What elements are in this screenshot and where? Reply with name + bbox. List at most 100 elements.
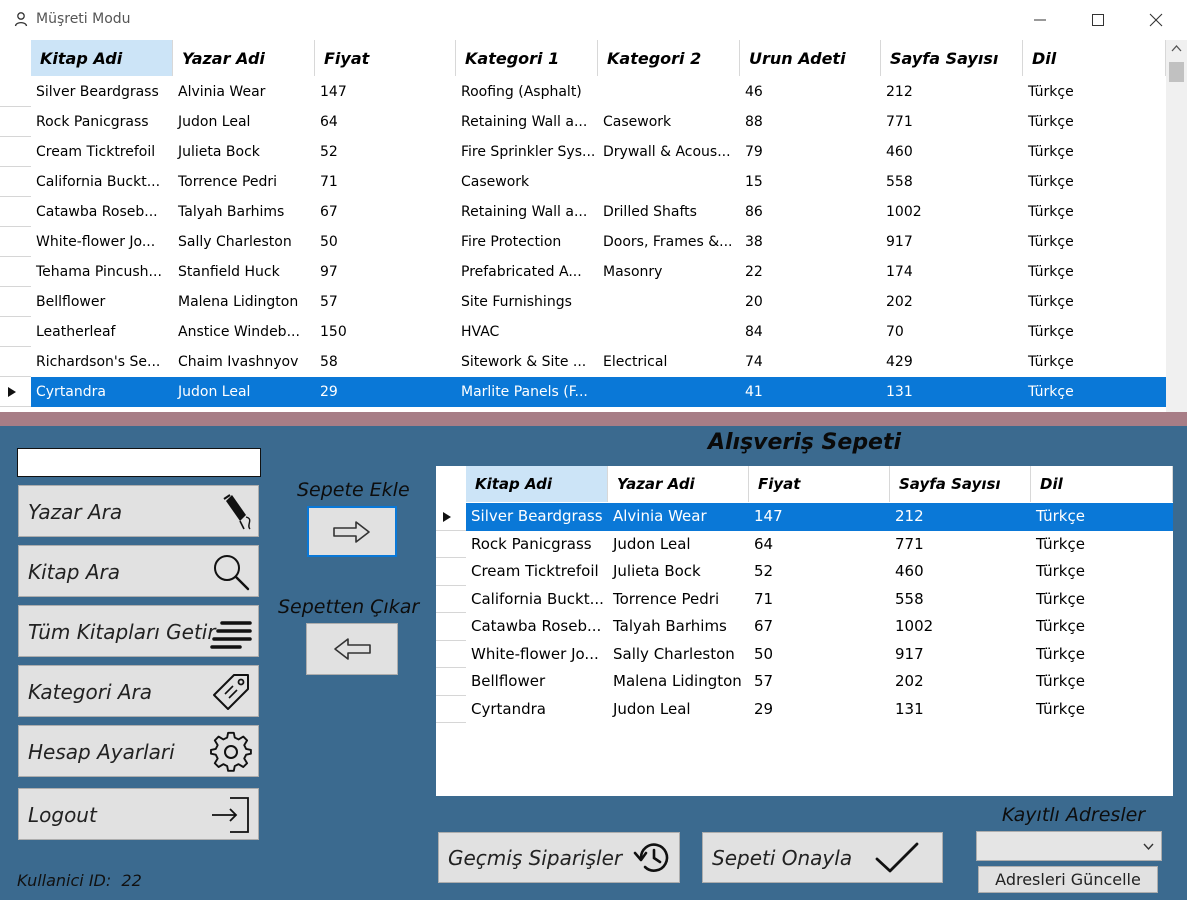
books-row-cells[interactable]: Rock Panicgrass Judon Leal 64 Retaining Wal… [31, 107, 1166, 137]
books-grid-scrollbar[interactable] [1166, 40, 1187, 412]
books-cell[interactable]: Türkçe [1023, 137, 1166, 167]
books-cell[interactable]: 29 [315, 377, 456, 407]
remove-from-cart-button[interactable] [306, 623, 398, 675]
cart-cell[interactable]: 558 [890, 586, 1031, 614]
sidebar-button[interactable]: Yazar Ara [18, 485, 259, 537]
books-cell[interactable]: Cyrtandra [31, 377, 173, 407]
books-cell[interactable]: 174 [881, 257, 1023, 287]
books-row[interactable]: Catawba Roseb... Talyah Barhims 67 Retainin… [0, 197, 1166, 227]
cart-row[interactable]: California Buckt... Torrence Pedri 71 558 Tü… [436, 586, 1173, 614]
cart-cell[interactable]: Türkçe [1031, 558, 1173, 586]
cart-cell[interactable]: Türkçe [1031, 668, 1173, 696]
books-cell[interactable]: 67 [315, 197, 456, 227]
books-column-header[interactable]: Kitap Adi [31, 40, 173, 76]
books-row[interactable]: Cyrtandra Judon Leal 29 Marlite Panels (F..… [0, 377, 1166, 407]
cart-cell[interactable]: Alvinia Wear [608, 503, 749, 531]
cart-column-header[interactable]: Fiyat [749, 466, 890, 502]
cart-cell[interactable]: Judon Leal [608, 696, 749, 724]
books-cell[interactable]: 147 [315, 77, 456, 107]
books-column-header[interactable]: Sayfa Sayısı [881, 40, 1023, 76]
cart-cell[interactable]: 67 [749, 613, 890, 641]
cart-row[interactable]: Catawba Roseb... Talyah Barhims 67 1002 Türk… [436, 613, 1173, 641]
books-cell[interactable]: 131 [881, 377, 1023, 407]
cart-cell[interactable]: 52 [749, 558, 890, 586]
splitter[interactable] [0, 412, 1187, 426]
books-cell[interactable]: 460 [881, 137, 1023, 167]
books-column-header[interactable]: Kategori 1 [456, 40, 598, 76]
add-to-cart-button[interactable] [307, 506, 397, 557]
books-cell[interactable]: Talyah Barhims [173, 197, 315, 227]
books-cell[interactable]: Türkçe [1023, 77, 1166, 107]
books-cell[interactable]: 38 [740, 227, 881, 257]
books-grid[interactable]: Kitap Adi Yazar Adi Fiyat Kategori 1 Kategor… [0, 40, 1166, 412]
books-cell[interactable]: Julieta Bock [173, 137, 315, 167]
books-cell[interactable]: Türkçe [1023, 287, 1166, 317]
books-cell[interactable]: 22 [740, 257, 881, 287]
scroll-thumb[interactable] [1169, 62, 1184, 82]
books-cell[interactable]: Marlite Panels (F... [456, 377, 598, 407]
cart-cell[interactable]: Catawba Roseb... [466, 613, 608, 641]
search-input[interactable] [17, 448, 261, 477]
cart-cell[interactable]: White-flower Jo... [466, 641, 608, 669]
books-cell[interactable]: Richardson's Se... [31, 347, 173, 377]
books-cell[interactable] [598, 377, 740, 407]
cart-cell[interactable]: Türkçe [1031, 613, 1173, 641]
cart-cell[interactable]: Bellflower [466, 668, 608, 696]
sidebar-button[interactable]: Hesap Ayarlari [18, 725, 259, 777]
books-column-header[interactable]: Urun Adeti [740, 40, 881, 76]
close-button[interactable] [1127, 0, 1185, 40]
cart-cell[interactable]: Malena Lidington [608, 668, 749, 696]
books-row[interactable]: Cream Ticktrefoil Julieta Bock 52 Fire Spri… [0, 137, 1166, 167]
books-row[interactable]: Tehama Pincush... Stanfield Huck 97 Prefabr… [0, 257, 1166, 287]
books-cell[interactable]: 150 [315, 317, 456, 347]
books-cell[interactable]: 429 [881, 347, 1023, 377]
books-cell[interactable]: 71 [315, 167, 456, 197]
books-cell[interactable]: Leatherleaf [31, 317, 173, 347]
cart-cell[interactable]: Türkçe [1031, 696, 1173, 724]
cart-cell[interactable]: Rock Panicgrass [466, 531, 608, 559]
books-cell[interactable]: Chaim Ivashnyov [173, 347, 315, 377]
books-cell[interactable]: Casework [456, 167, 598, 197]
cart-cell[interactable]: Silver Beardgrass [466, 503, 608, 531]
books-cell[interactable]: Türkçe [1023, 197, 1166, 227]
books-cell[interactable]: Cream Ticktrefoil [31, 137, 173, 167]
books-cell[interactable] [598, 167, 740, 197]
cart-cell[interactable]: Julieta Bock [608, 558, 749, 586]
books-cell[interactable]: Judon Leal [173, 377, 315, 407]
books-cell[interactable]: Türkçe [1023, 377, 1166, 407]
cart-row[interactable]: Bellflower Malena Lidington 57 202 Türkçe [436, 668, 1173, 696]
row-header[interactable] [436, 503, 466, 531]
books-row-cells[interactable]: Leatherleaf Anstice Windeb... 150 HVAC 84 70 T… [31, 317, 1166, 347]
cart-cell[interactable]: 29 [749, 696, 890, 724]
logout-button[interactable]: Logout [18, 788, 259, 840]
books-cell[interactable]: Masonry [598, 257, 740, 287]
books-cell[interactable]: 70 [881, 317, 1023, 347]
cart-row-cells[interactable]: White-flower Jo... Sally Charleston 50 917 T… [466, 641, 1173, 669]
cart-cell[interactable]: 917 [890, 641, 1031, 669]
cart-row-cells[interactable]: Bellflower Malena Lidington 57 202 Türkçe [466, 668, 1173, 696]
cart-row-cells[interactable]: Catawba Roseb... Talyah Barhims 67 1002 Türk… [466, 613, 1173, 641]
books-row[interactable]: California Buckt... Torrence Pedri 71 Casew… [0, 167, 1166, 197]
books-cell[interactable]: Malena Lidington [173, 287, 315, 317]
sidebar-button[interactable]: Kitap Ara [18, 545, 259, 597]
books-cell[interactable]: Drilled Shafts [598, 197, 740, 227]
cart-row-cells[interactable]: Silver Beardgrass Alvinia Wear 147 212 Türkç… [466, 503, 1173, 531]
confirm-cart-button[interactable]: Sepeti Onayla [702, 832, 943, 883]
cart-cell[interactable]: Cream Ticktrefoil [466, 558, 608, 586]
books-cell[interactable] [598, 317, 740, 347]
cart-column-header[interactable]: Yazar Adi [608, 466, 749, 502]
row-header[interactable] [436, 696, 466, 723]
books-cell[interactable] [598, 287, 740, 317]
books-cell[interactable]: Türkçe [1023, 167, 1166, 197]
row-header[interactable] [0, 287, 31, 317]
books-cell[interactable]: 97 [315, 257, 456, 287]
books-row-cells[interactable]: White-flower Jo... Sally Charleston 50 Fire… [31, 227, 1166, 257]
books-cell[interactable]: 558 [881, 167, 1023, 197]
books-cell[interactable]: 88 [740, 107, 881, 137]
books-row[interactable]: Rock Panicgrass Judon Leal 64 Retaining Wal… [0, 107, 1166, 137]
cart-row-cells[interactable]: Cyrtandra Judon Leal 29 131 Türkçe [466, 696, 1173, 724]
cart-cell[interactable]: 57 [749, 668, 890, 696]
cart-cell[interactable]: Cyrtandra [466, 696, 608, 724]
books-cell[interactable]: Doors, Frames &... [598, 227, 740, 257]
books-cell[interactable]: 41 [740, 377, 881, 407]
